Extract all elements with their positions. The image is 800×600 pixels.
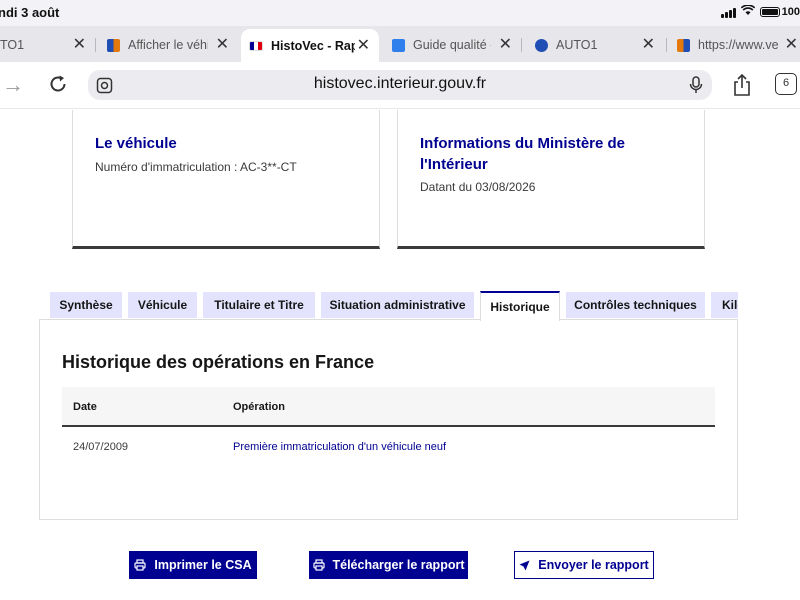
tab-title: AUTO1 [556, 38, 598, 52]
battery-icon: 100 [759, 6, 800, 18]
reload-icon[interactable] [47, 73, 69, 100]
print-csa-label: Imprimer le CSA [154, 558, 252, 572]
browser-tab-guide[interactable]: Guide qualité - ✕ [392, 30, 514, 60]
table-header [62, 387, 715, 427]
cellular-signal-icon [720, 7, 736, 18]
registration-number: Numéro d'immatriculation : AC-3**-CT [95, 160, 297, 174]
tab-title: https://www.ve [698, 38, 779, 52]
printer-icon [134, 559, 146, 571]
tab-title: Guide qualité - [413, 38, 491, 52]
close-tab-icon[interactable]: ✕ [73, 37, 86, 53]
column-header-operation: Opération [233, 401, 285, 413]
tab-title: HistoVec - Rap [271, 38, 355, 53]
send-report-button[interactable]: Envoyer le rapport [514, 551, 654, 579]
favicon-icon [535, 38, 548, 52]
browser-tab-auto1-left[interactable]: TO1 ✕ [0, 30, 90, 60]
favicon-icon [677, 38, 690, 52]
browser-tab-afficher[interactable]: Afficher le véhi ✕ [107, 30, 231, 60]
browser-tab-www[interactable]: https://www.ve ✕ [677, 30, 800, 60]
french-flag-icon [249, 40, 263, 51]
close-tab-icon[interactable]: ✕ [642, 37, 655, 53]
printer-icon [312, 559, 325, 571]
browser-tab-auto1[interactable]: AUTO1 ✕ [535, 30, 657, 60]
tab-situation-administrative[interactable]: Situation administrative [321, 292, 474, 318]
forward-icon[interactable]: → [2, 74, 24, 96]
status-indicators: 100 [720, 4, 800, 19]
ministry-card-title-line1: Informations du Ministère de [420, 135, 626, 152]
browser-tab-histovec[interactable]: HistoVec - Rap ✕ [241, 29, 379, 62]
share-icon[interactable] [732, 73, 752, 102]
download-report-label: Télécharger le rapport [332, 558, 465, 572]
row-date: 24/07/2009 [73, 441, 129, 453]
column-header-date: Date [73, 401, 97, 413]
close-tab-icon[interactable]: ✕ [785, 37, 798, 53]
print-csa-button[interactable]: Imprimer le CSA [129, 551, 257, 579]
tab-title: TO1 [0, 38, 25, 52]
tab-controles-techniques[interactable]: Contrôles techniques [566, 292, 705, 318]
ministry-card-title-line2: l'Intérieur [420, 156, 488, 173]
close-tab-icon[interactable]: ✕ [499, 37, 512, 53]
close-tab-icon[interactable]: ✕ [216, 37, 229, 53]
tab-kilometrage[interactable]: Kilo [711, 292, 738, 318]
tab-overview-button[interactable]: 6 [775, 73, 797, 95]
microphone-icon[interactable] [689, 76, 703, 99]
send-report-label: Envoyer le rapport [538, 558, 649, 572]
favicon-icon [392, 38, 405, 52]
data-date: Datant du 03/08/2026 [420, 180, 536, 194]
tab-title: Afficher le véhi [128, 38, 208, 52]
status-time: ndi 3 août [0, 5, 60, 20]
row-operation: Première immatriculation d'un véhicule n… [233, 441, 447, 453]
download-report-button[interactable]: Télécharger le rapport [309, 551, 468, 579]
tab-titulaire-titre[interactable]: Titulaire et Titre [203, 292, 315, 318]
vehicle-card-title: Le véhicule [95, 135, 177, 152]
close-tab-icon[interactable]: ✕ [357, 38, 370, 54]
tab-vehicule[interactable]: Véhicule [128, 292, 197, 318]
status-bar [0, 0, 800, 26]
wifi-icon [740, 4, 755, 19]
vehicle-card [72, 110, 380, 249]
favicon-icon [107, 38, 120, 52]
history-title: Historique des opérations en France [62, 352, 375, 372]
url-text[interactable]: histovec.interieur.gouv.fr [88, 75, 712, 93]
tab-historique[interactable]: Historique [480, 291, 560, 321]
tab-synthese[interactable]: Synthèse [50, 292, 122, 318]
send-icon [519, 560, 530, 571]
battery-level: 100 [781, 6, 800, 18]
